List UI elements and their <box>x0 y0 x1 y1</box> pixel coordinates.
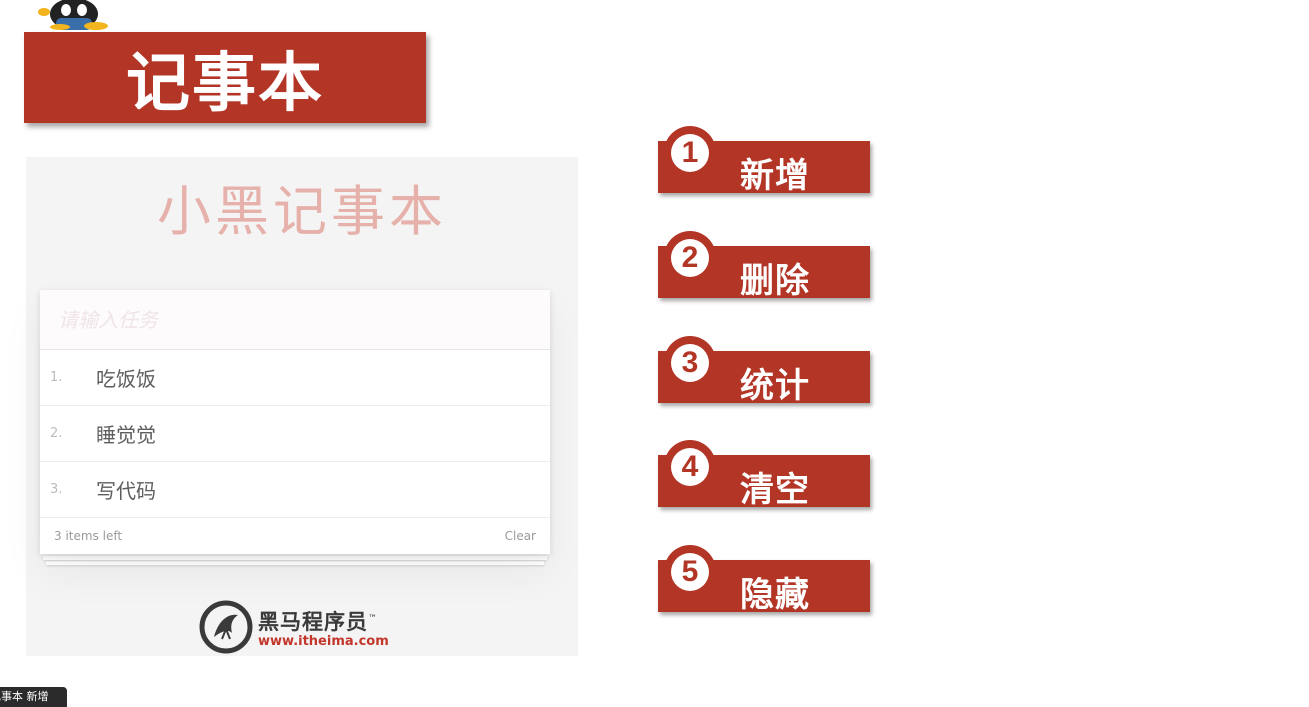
feature-number: 5 <box>671 553 709 591</box>
clear-button[interactable]: Clear <box>505 529 536 543</box>
feature-number: 3 <box>671 344 709 382</box>
feature-number: 4 <box>671 448 709 486</box>
todo-item[interactable]: 3. 写代码 <box>40 462 550 518</box>
slide: 记事本 小黑记事本 1. 吃饭饭 2. 睡觉觉 3. 写代码 3 items <box>0 0 1309 707</box>
todo-app-preview: 小黑记事本 1. 吃饭饭 2. 睡觉觉 3. 写代码 3 items left … <box>26 157 578 656</box>
todo-index: 3. <box>50 482 63 497</box>
feature-delete: 2 删除 <box>658 231 872 301</box>
mascot-icon <box>38 0 108 30</box>
feature-count: 3 统计 <box>658 336 872 406</box>
feature-label: 新增 <box>740 156 810 196</box>
brand-name: 黑马程序员 <box>258 609 368 634</box>
feature-label: 统计 <box>740 366 810 406</box>
slide-title: 记事本 <box>24 32 426 123</box>
horse-logo-icon <box>199 600 253 654</box>
brand-logo: 黑马程序员™ www.itheima.com <box>198 599 398 655</box>
feature-label: 隐藏 <box>740 575 810 615</box>
feature-hide: 5 隐藏 <box>658 545 872 615</box>
slide-title-text: 记事本 <box>126 46 324 121</box>
feature-label: 清空 <box>740 470 810 510</box>
feature-number: 2 <box>671 239 709 277</box>
todo-app-heading: 小黑记事本 <box>157 180 447 243</box>
trademark-mark: ™ <box>368 613 378 624</box>
card-stack-shadow <box>46 561 544 565</box>
todo-input[interactable] <box>56 306 534 333</box>
todo-footer: 3 items left Clear <box>40 518 550 554</box>
todo-text: 睡觉觉 <box>96 423 156 447</box>
feature-number: 1 <box>671 134 709 172</box>
feature-add: 1 新增 <box>658 126 872 196</box>
todo-item[interactable]: 2. 睡觉觉 <box>40 406 550 462</box>
todo-card: 1. 吃饭饭 2. 睡觉觉 3. 写代码 3 items left Clear <box>40 290 550 554</box>
todo-index: 2. <box>50 426 63 441</box>
todo-text: 写代码 <box>96 479 156 503</box>
brand-url: www.itheima.com <box>258 633 389 649</box>
todo-item[interactable]: 1. 吃饭饭 <box>40 350 550 406</box>
chapter-tooltip: 记事本 新增 <box>0 687 67 707</box>
todo-text: 吃饭饭 <box>96 367 156 391</box>
feature-label: 删除 <box>740 261 810 301</box>
feature-clear: 4 清空 <box>658 440 872 510</box>
items-left-count: 3 items left <box>54 529 123 543</box>
todo-index: 1. <box>50 370 63 385</box>
todo-input-row <box>40 290 550 350</box>
card-stack-shadow <box>43 556 547 560</box>
